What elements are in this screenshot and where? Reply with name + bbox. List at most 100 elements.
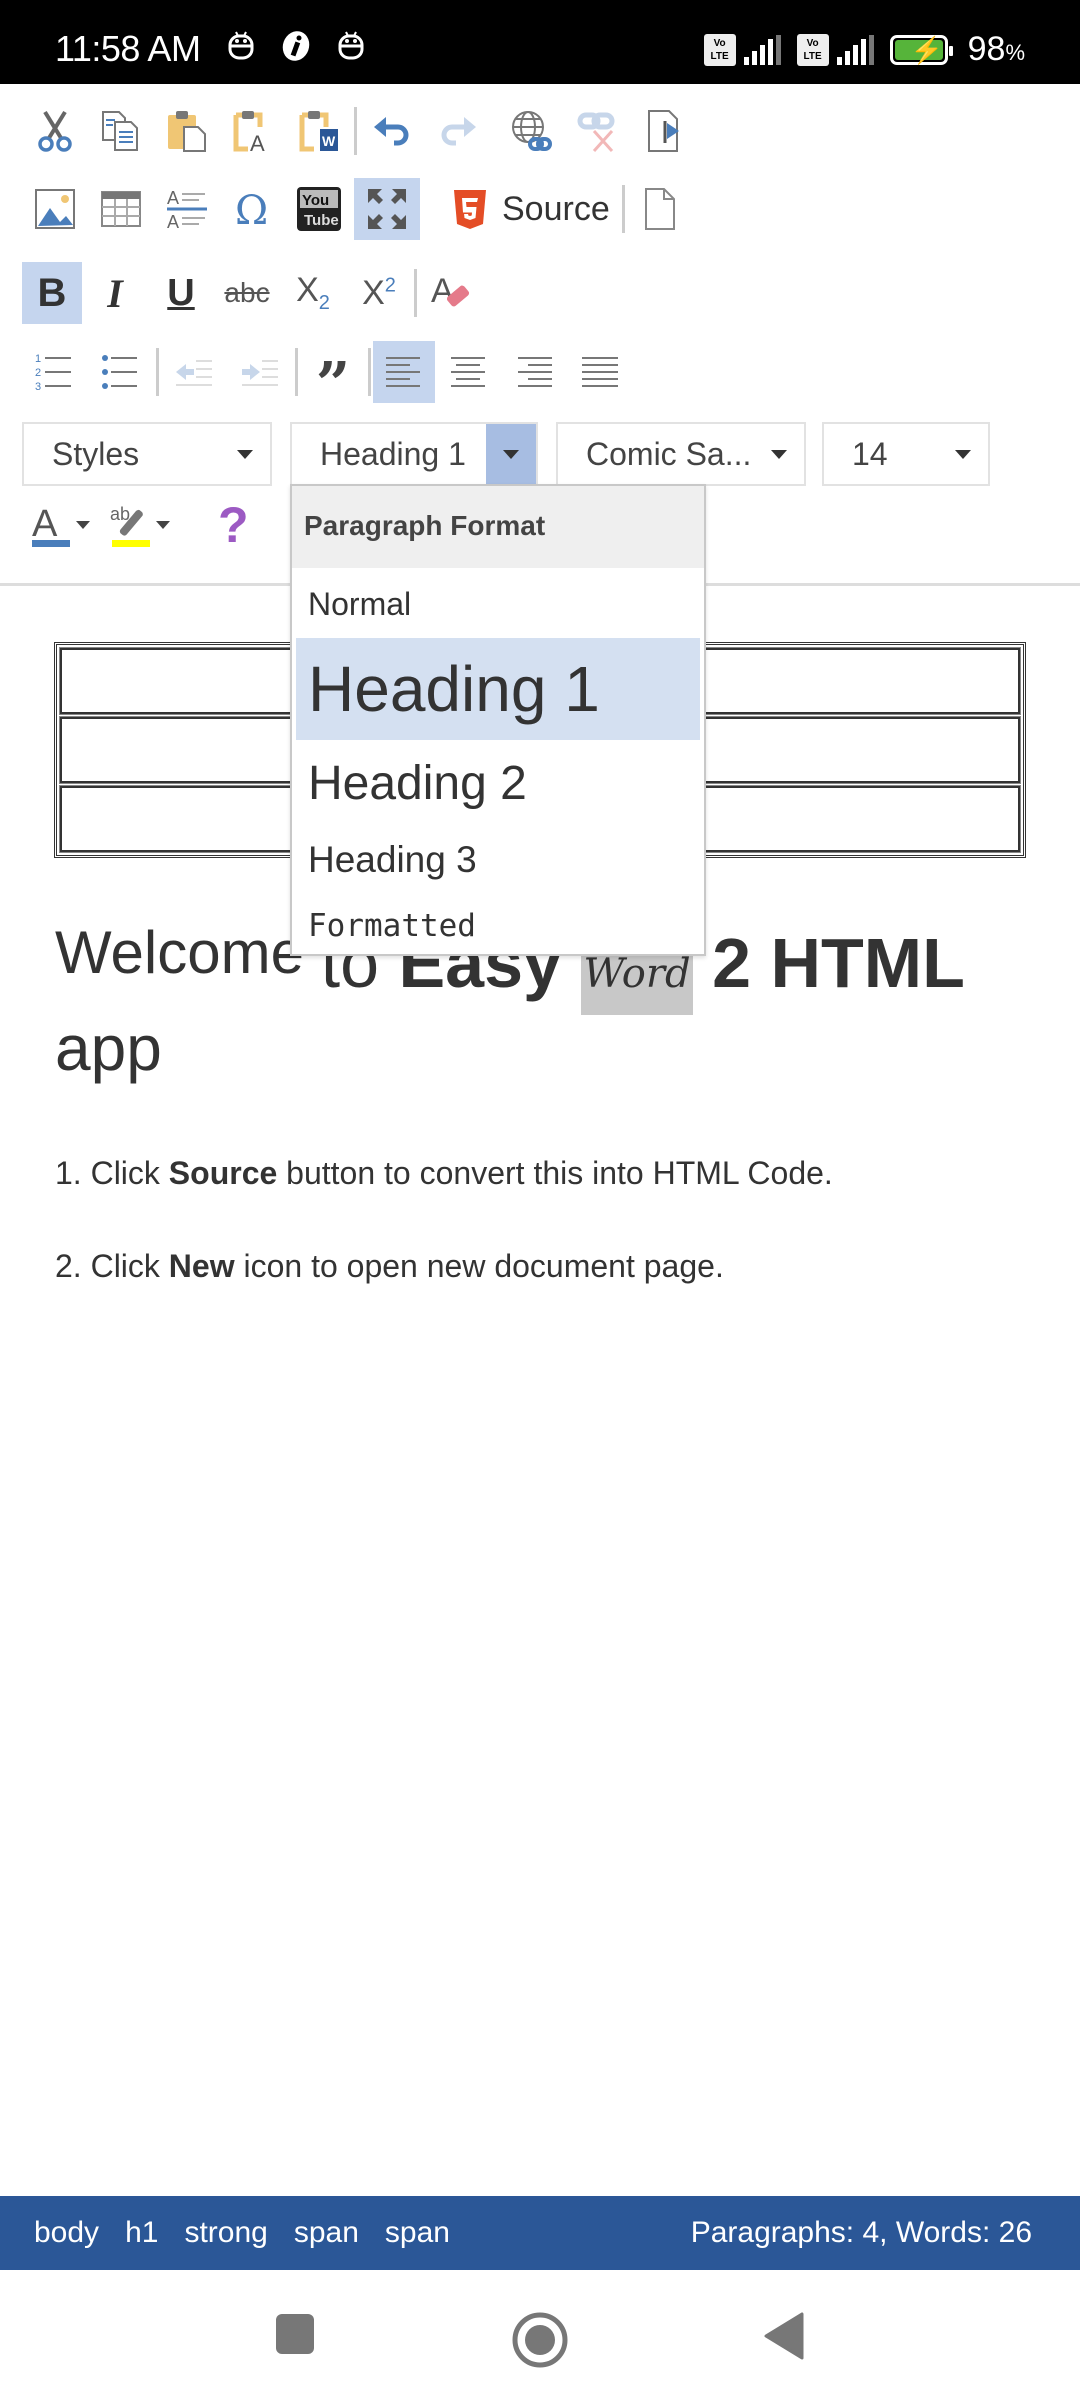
toolbar-row-insert: AA Ω You Tube Source xyxy=(22,176,693,242)
youtube-button[interactable]: You Tube xyxy=(286,178,352,240)
heading-text: app xyxy=(55,1012,162,1084)
recents-icon xyxy=(276,2314,314,2354)
horizontal-line-icon: AA xyxy=(167,188,207,230)
paste-word-button[interactable]: W xyxy=(286,100,352,162)
redo-button[interactable] xyxy=(425,100,491,162)
bold-button[interactable]: B xyxy=(22,262,82,324)
home-button[interactable] xyxy=(512,2312,568,2373)
special-char-button[interactable]: Ω xyxy=(220,178,286,240)
maximize-icon xyxy=(368,189,406,229)
format-combo[interactable]: Heading 1 xyxy=(290,422,538,486)
paste-text-button[interactable]: A xyxy=(220,100,286,162)
justify-button[interactable] xyxy=(567,341,633,403)
bulleted-list-button[interactable] xyxy=(88,341,154,403)
copy-button[interactable] xyxy=(88,100,154,162)
underline-button[interactable]: U xyxy=(148,262,214,324)
horizontal-line-button[interactable]: AA xyxy=(154,178,220,240)
styles-combo[interactable]: Styles xyxy=(22,422,272,486)
cut-button[interactable] xyxy=(22,100,88,162)
link-icon xyxy=(512,111,552,151)
subscript-icon: X2 xyxy=(296,271,330,314)
new-page-button[interactable] xyxy=(627,178,693,240)
blockquote-button[interactable]: ” xyxy=(300,341,366,415)
help-button[interactable]: ? xyxy=(218,496,249,554)
align-left-button[interactable] xyxy=(373,341,435,403)
paste-text-icon: A xyxy=(233,111,265,153)
format-combo-value: Heading 1 xyxy=(320,435,466,472)
anchor-button[interactable] xyxy=(631,100,697,162)
path-item-h1[interactable]: h1 xyxy=(125,2216,158,2250)
format-option-heading-2[interactable]: Heading 2 xyxy=(296,742,700,824)
toolbar-separator xyxy=(295,348,298,396)
option-label: Heading 3 xyxy=(308,839,477,880)
anchor-icon xyxy=(648,110,679,152)
undo-button[interactable] xyxy=(359,100,425,162)
youtube-icon: You Tube xyxy=(297,187,341,231)
unlink-button[interactable] xyxy=(565,100,631,162)
toolbar-separator xyxy=(156,348,159,396)
text-color-button[interactable]: A xyxy=(28,502,90,548)
size-combo-value: 14 xyxy=(852,435,888,472)
numbered-list-icon: 1 2 3 xyxy=(35,353,71,392)
font-combo[interactable]: Comic Sa... xyxy=(556,422,806,486)
strikethrough-button[interactable]: abc xyxy=(214,262,280,324)
help-icon: ? xyxy=(218,497,249,553)
paragraph-2[interactable]: 2. Click New icon to open new document p… xyxy=(55,1248,724,1285)
italic-button[interactable]: I xyxy=(82,262,148,324)
paragraph-text: icon to open new document page. xyxy=(234,1248,724,1284)
format-option-heading-1[interactable]: Heading 1 xyxy=(296,638,700,740)
align-right-button[interactable] xyxy=(501,341,567,403)
paste-button[interactable] xyxy=(154,100,220,162)
chevron-down-icon xyxy=(156,521,170,529)
info-notification-icon xyxy=(282,31,310,61)
align-left-icon xyxy=(386,357,420,387)
format-option-heading-3[interactable]: Heading 3 xyxy=(296,826,700,894)
numbered-list-button[interactable]: 1 2 3 xyxy=(22,341,88,403)
paragraph-bold-text: New xyxy=(168,1248,235,1284)
format-option-normal[interactable]: Normal xyxy=(296,572,700,636)
battery-percent: 98% xyxy=(967,30,1025,68)
status-bar: 11:58 AM Vo LTE Vo LTE ⚡ 98% xyxy=(0,0,1080,84)
option-label: Heading 1 xyxy=(308,653,600,725)
system-nav-bar xyxy=(0,2270,1080,2400)
format-option-formatted[interactable]: Formatted xyxy=(296,896,700,956)
maximize-button[interactable] xyxy=(354,178,420,240)
background-color-button[interactable]: ab xyxy=(108,502,170,548)
align-center-button[interactable] xyxy=(435,341,501,403)
toolbar-row-basic-styles: B I U abc X2 X2 A xyxy=(22,260,485,326)
word-count: Paragraphs: 4, Words: 26 xyxy=(690,2216,1032,2249)
size-combo[interactable]: 14 xyxy=(822,422,990,486)
superscript-button[interactable]: X2 xyxy=(346,262,412,324)
remove-format-button[interactable]: A xyxy=(419,262,485,324)
robot-notification-icon xyxy=(228,31,254,60)
source-button[interactable]: Source xyxy=(438,178,620,240)
path-item-body[interactable]: body xyxy=(34,2216,99,2250)
toolbar-separator xyxy=(368,348,371,396)
italic-icon: I xyxy=(107,270,123,316)
toolbar-row-paragraph: 1 2 3 ” xyxy=(22,339,633,415)
path-item-span[interactable]: span xyxy=(294,2216,359,2250)
recents-button[interactable] xyxy=(274,2312,316,2361)
system-indicators: Vo LTE Vo LTE ⚡ 98% xyxy=(703,30,1025,69)
indent-button[interactable] xyxy=(227,341,293,403)
path-item-strong[interactable]: strong xyxy=(184,2216,267,2250)
underline-icon: U xyxy=(167,271,195,314)
link-button[interactable] xyxy=(499,100,565,162)
chevron-down-icon xyxy=(76,521,90,529)
toolbar-separator xyxy=(414,269,417,317)
table-button[interactable] xyxy=(88,178,154,240)
back-button[interactable] xyxy=(762,2312,804,2365)
image-button[interactable] xyxy=(22,178,88,240)
path-item-span[interactable]: span xyxy=(385,2216,450,2250)
battery-charging-icon: ⚡ xyxy=(889,34,953,65)
subscript-button[interactable]: X2 xyxy=(280,262,346,324)
chevron-down-icon xyxy=(754,424,804,484)
paragraph-format-dropdown: Paragraph Format Normal Heading 1 Headin… xyxy=(290,484,706,956)
paragraph-1[interactable]: 1. Click Source button to convert this i… xyxy=(55,1155,833,1192)
special-char-icon: Ω xyxy=(235,189,268,229)
highlight-color-icon: ab xyxy=(110,504,150,547)
svg-text:A: A xyxy=(167,212,179,230)
outdent-button[interactable] xyxy=(161,341,227,403)
back-icon xyxy=(764,2312,804,2360)
text-color-icon: A xyxy=(32,503,70,547)
